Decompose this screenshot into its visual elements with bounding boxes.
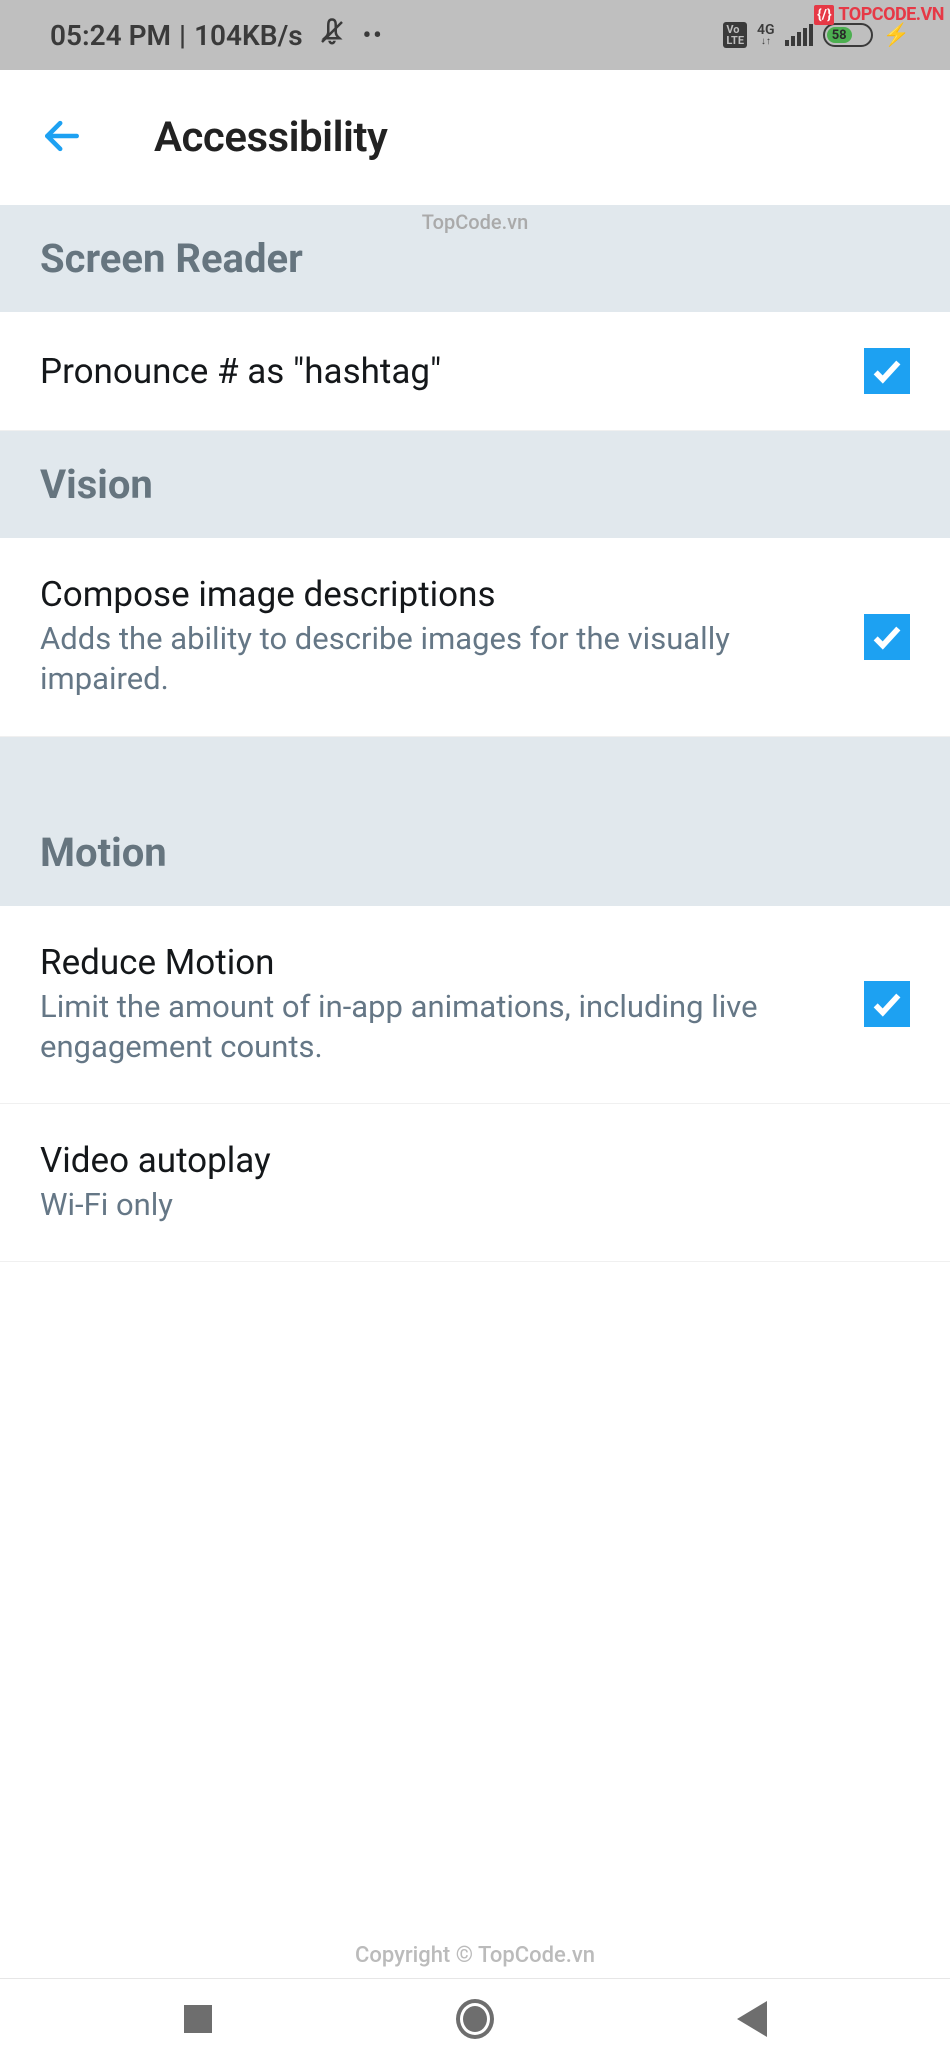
- page-title: Accessibility: [154, 113, 387, 162]
- watermark-logo: {/}: [814, 5, 834, 25]
- setting-pronounce-hashtag[interactable]: Pronounce # as "hashtag": [0, 312, 950, 431]
- volte-icon: VoLTE: [723, 22, 747, 48]
- watermark-top: {/} TOPCODE.VN: [814, 4, 944, 25]
- setting-text: Pronounce # as "hashtag": [40, 351, 864, 392]
- system-nav-bar: [0, 1978, 950, 2058]
- status-dots: ••: [363, 21, 384, 49]
- signal-bars-icon: [785, 24, 813, 46]
- checkbox-compose-image[interactable]: [864, 614, 910, 660]
- watermark-brand: TOPCODE.VN: [838, 4, 944, 25]
- check-icon: [870, 987, 904, 1021]
- checkbox-reduce-motion[interactable]: [864, 981, 910, 1027]
- status-bar: 05:24 PM | 104KB/s •• VoLTE 4G ↓↑ 58: [0, 0, 950, 70]
- status-right: VoLTE 4G ↓↑ 58 ⚡: [723, 22, 910, 48]
- status-data-rate: 104KB/s: [194, 19, 303, 52]
- nav-back-button[interactable]: [733, 2000, 771, 2038]
- status-time: 05:24 PM: [50, 19, 171, 52]
- nav-recent-button[interactable]: [179, 2000, 217, 2038]
- setting-text: Compose image descriptions Adds the abil…: [40, 574, 864, 700]
- section-header-motion: Motion: [0, 737, 950, 906]
- charging-icon: ⚡: [883, 23, 910, 48]
- battery-icon: 58: [823, 23, 873, 47]
- status-separator: |: [179, 19, 186, 52]
- watermark-copyright: Copyright © TopCode.vn: [355, 1943, 595, 1968]
- check-icon: [870, 354, 904, 388]
- setting-reduce-motion[interactable]: Reduce Motion Limit the amount of in-app…: [0, 906, 950, 1105]
- square-icon: [184, 2005, 212, 2033]
- section-title: Vision: [40, 461, 910, 508]
- triangle-icon: [737, 2001, 767, 2037]
- status-left: 05:24 PM | 104KB/s ••: [50, 17, 384, 54]
- setting-text: Video autoplay Wi-Fi only: [40, 1140, 910, 1225]
- section-header-vision: Vision: [0, 431, 950, 538]
- mute-icon: [317, 17, 347, 54]
- nav-home-button[interactable]: [456, 2000, 494, 2038]
- setting-text: Reduce Motion Limit the amount of in-app…: [40, 942, 864, 1068]
- checkbox-pronounce-hashtag[interactable]: [864, 348, 910, 394]
- setting-subtitle: Limit the amount of in-app animations, i…: [40, 987, 824, 1068]
- setting-title: Reduce Motion: [40, 942, 824, 983]
- setting-video-autoplay[interactable]: Video autoplay Wi-Fi only: [0, 1104, 950, 1262]
- setting-title: Compose image descriptions: [40, 574, 824, 615]
- setting-title: Video autoplay: [40, 1140, 870, 1181]
- section-title: Motion: [40, 829, 910, 876]
- network-type: 4G ↓↑: [757, 23, 775, 47]
- check-icon: [870, 620, 904, 654]
- setting-subtitle: Adds the ability to describe images for …: [40, 619, 824, 700]
- setting-title: Pronounce # as "hashtag": [40, 351, 824, 392]
- watermark-mid: TopCode.vn: [422, 210, 528, 234]
- setting-compose-image[interactable]: Compose image descriptions Adds the abil…: [0, 538, 950, 737]
- section-title: Screen Reader: [40, 235, 910, 282]
- circle-icon: [456, 1999, 494, 2039]
- setting-subtitle: Wi-Fi only: [40, 1185, 870, 1225]
- back-button[interactable]: [40, 114, 84, 162]
- app-header: Accessibility: [0, 70, 950, 205]
